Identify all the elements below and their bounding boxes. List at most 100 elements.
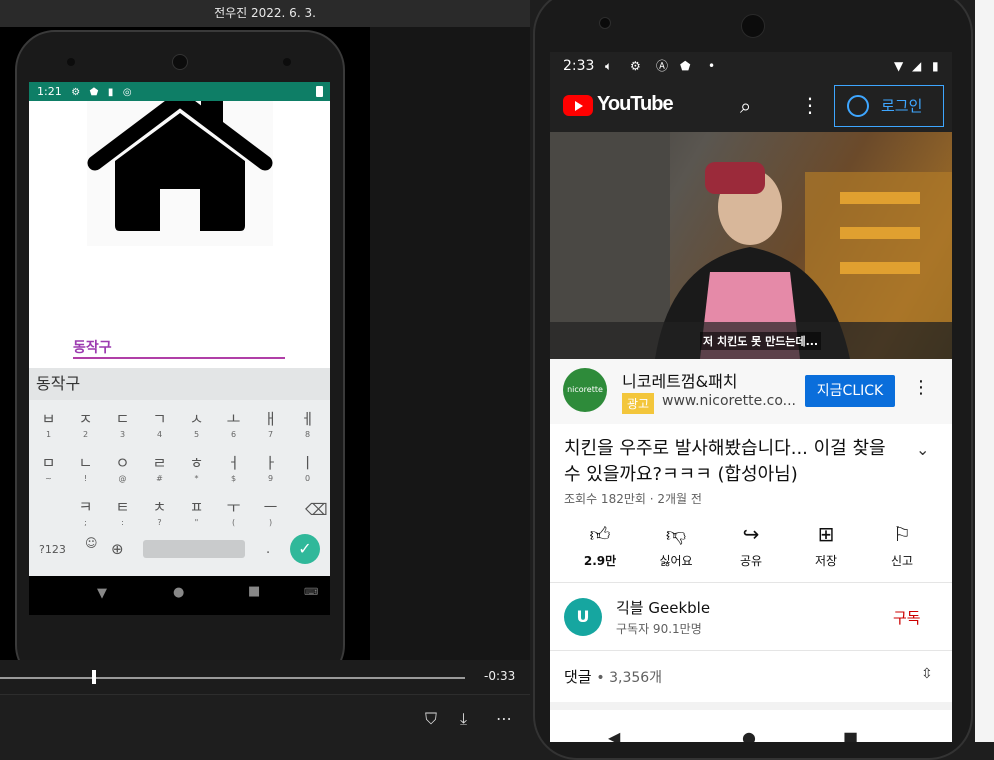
font-icon: Ⓐ bbox=[656, 59, 669, 73]
keyboard-key[interactable]: ㅅ5 bbox=[178, 404, 215, 444]
battery-icon: ▮ bbox=[932, 59, 939, 73]
keyboard-key[interactable]: ㅣ0 bbox=[289, 448, 326, 488]
key-main-label: ㅎ bbox=[189, 454, 204, 472]
recents-icon[interactable]: ■ bbox=[248, 584, 260, 599]
key-main-label: ㅓ bbox=[226, 454, 241, 472]
key-sub-label: 4 bbox=[156, 430, 163, 439]
player-controls: -0:33 bbox=[0, 660, 530, 694]
backspace-key[interactable]: ⌫ bbox=[305, 500, 328, 519]
keyboard-key[interactable]: ㅂ1 bbox=[30, 404, 67, 444]
key-sub-label: : bbox=[121, 518, 124, 527]
keyboard-key[interactable]: ㅋ; bbox=[67, 492, 104, 532]
key-sub-label: 0 bbox=[304, 474, 311, 483]
divider bbox=[550, 702, 952, 710]
key-sub-label: @ bbox=[118, 474, 127, 483]
video-player[interactable]: 저 치킨도 못 만드는데... bbox=[550, 132, 952, 359]
keyboard-key[interactable]: ㅔ8 bbox=[289, 404, 326, 444]
key-main-label: ㄴ bbox=[78, 454, 93, 472]
keyboard-key[interactable]: ㅌ: bbox=[104, 492, 141, 532]
recents-icon[interactable]: ■ bbox=[843, 728, 858, 742]
android-nav-bar: ◀ ● ■ bbox=[550, 716, 952, 742]
key-main-label: ㅊ bbox=[152, 498, 167, 516]
bookmark-icon[interactable]: ⛉ bbox=[425, 709, 437, 729]
expand-icon[interactable]: ⇳ bbox=[921, 666, 933, 682]
emoji-key[interactable]: ☺ bbox=[85, 536, 98, 550]
keyboard-key[interactable]: ㄷ3 bbox=[104, 404, 141, 444]
key-main-label: ㅋ bbox=[78, 498, 93, 516]
keyboard-key[interactable]: ㄱ4 bbox=[141, 404, 178, 444]
seek-bar[interactable] bbox=[0, 677, 465, 679]
keyboard-key[interactable]: ㅍ " bbox=[178, 492, 215, 532]
comments-label: 댓글 bbox=[564, 668, 592, 686]
speaker-dot bbox=[67, 58, 75, 66]
key-main-label: ㅣ bbox=[300, 454, 315, 472]
key-sub-label: 5 bbox=[193, 430, 200, 439]
background-window-edge bbox=[975, 0, 994, 742]
home-nav-icon[interactable]: ● bbox=[173, 585, 184, 600]
back-icon[interactable]: ▼ bbox=[97, 586, 107, 601]
more-vert-icon[interactable]: ⋮ bbox=[800, 93, 820, 117]
home-nav-icon[interactable]: ● bbox=[742, 728, 756, 742]
like-count: 2.9만 bbox=[583, 554, 617, 568]
search-icon[interactable]: ⌕ bbox=[740, 94, 764, 118]
login-button[interactable]: 로그인 bbox=[834, 85, 944, 127]
home-image bbox=[87, 91, 273, 246]
globe-icon[interactable]: ⊕ bbox=[111, 540, 124, 558]
keyboard-key[interactable]: ㄴ! bbox=[67, 448, 104, 488]
dot-icon: • bbox=[708, 59, 716, 73]
keyboard-row-1: ㅂ1ㅈ2ㄷ3ㄱ4ㅅ5ㅗ6ㅐ7ㅔ8 bbox=[29, 404, 330, 444]
download-icon[interactable]: ⤓ bbox=[460, 709, 467, 729]
keyboard-key[interactable]: ㅗ6 bbox=[215, 404, 252, 444]
keyboard-key[interactable]: ㅁ ~ bbox=[30, 448, 67, 488]
keyboard-key[interactable]: ㅎ * bbox=[178, 448, 215, 488]
keyboard-key[interactable]: ㅐ7 bbox=[252, 404, 289, 444]
keyboard-key[interactable]: ㅡ) bbox=[252, 492, 289, 532]
keyboard-key[interactable]: ㅈ2 bbox=[67, 404, 104, 444]
key-sub-label: ? bbox=[157, 518, 162, 527]
shield-icon: ⬟ bbox=[680, 59, 691, 73]
keyboard-key[interactable]: ㄹ # bbox=[141, 448, 178, 488]
enter-key[interactable]: ✓ bbox=[290, 534, 320, 564]
channel-name[interactable]: 긱블 Geekble bbox=[616, 597, 710, 618]
comments-count: • 3,356개 bbox=[596, 670, 663, 686]
report-button[interactable]: ⚐ 신고 bbox=[872, 522, 932, 569]
back-icon[interactable]: ◀ bbox=[608, 728, 620, 742]
ad-banner[interactable]: nicorette 니코레트껌&패치 광고 www.nicorette.co..… bbox=[550, 359, 952, 424]
key-sub-label: 9 bbox=[267, 474, 274, 483]
address-input[interactable]: 동작구 bbox=[73, 339, 285, 359]
video-meta: 조회수 182만회 · 2개월 전 bbox=[564, 492, 702, 506]
like-button[interactable]: 👍︎ 2.9만 bbox=[570, 522, 630, 569]
more-icon[interactable]: ⋯ bbox=[496, 709, 512, 728]
key-main-label: ㅜ bbox=[226, 498, 241, 516]
key-main-label: ㅁ bbox=[41, 454, 56, 472]
ad-cta-button[interactable]: 지금CLICK bbox=[805, 375, 895, 407]
dislike-button[interactable]: 👎︎ 싫어요 bbox=[646, 522, 706, 569]
window-title: 전우진 2022. 6. 3. bbox=[0, 0, 530, 27]
space-key[interactable] bbox=[143, 540, 245, 558]
save-label: 저장 bbox=[814, 554, 838, 568]
keyboard-key[interactable]: ㅏ9 bbox=[252, 448, 289, 488]
video-title[interactable]: 치킨을 우주로 발사해봤습니다... 이걸 찾을 수 있을까요?ㅋㅋㅋ (합성아… bbox=[564, 436, 904, 488]
youtube-logo-icon[interactable] bbox=[563, 95, 593, 116]
key-main-label: ㅔ bbox=[300, 410, 315, 428]
keyboard-key[interactable]: ㅓ $ bbox=[215, 448, 252, 488]
chevron-down-icon[interactable]: ⌄ bbox=[916, 440, 929, 459]
save-button[interactable]: ⊞ 저장 bbox=[796, 522, 856, 569]
phone-screen: 2:33 🔈︎ ⚙ Ⓐ ⬟ • ▼ ◢ ▮ YouTube ⌕ ⋮ 로그인 저 … bbox=[550, 52, 952, 742]
keyboard-key[interactable]: ㅇ @ bbox=[104, 448, 141, 488]
youtube-logo-text[interactable]: YouTube bbox=[597, 93, 674, 116]
keyboard-key[interactable]: ㅊ? bbox=[141, 492, 178, 532]
keyboard-row-3: ㅋ; ㅌ: ㅊ? ㅍ " ㅜ(ㅡ) bbox=[29, 492, 330, 532]
keyboard-key[interactable]: ㅜ( bbox=[215, 492, 252, 532]
keyboard-suggestion[interactable]: 동작구 bbox=[29, 368, 330, 400]
channel-avatar[interactable]: U bbox=[564, 598, 602, 636]
share-button[interactable]: ↪ 공유 bbox=[721, 522, 781, 569]
seek-thumb[interactable] bbox=[92, 670, 96, 684]
time-remaining: -0:33 bbox=[484, 669, 516, 683]
subscribe-button[interactable]: 구독 bbox=[893, 607, 921, 628]
symbols-key[interactable]: ?123 bbox=[39, 543, 66, 556]
period-key[interactable]: . bbox=[266, 542, 270, 557]
more-vert-icon[interactable]: ⋮ bbox=[912, 377, 930, 398]
comments-header[interactable]: 댓글 • 3,356개 bbox=[564, 666, 662, 687]
keyboard-icon[interactable]: ⌨ bbox=[304, 587, 318, 598]
